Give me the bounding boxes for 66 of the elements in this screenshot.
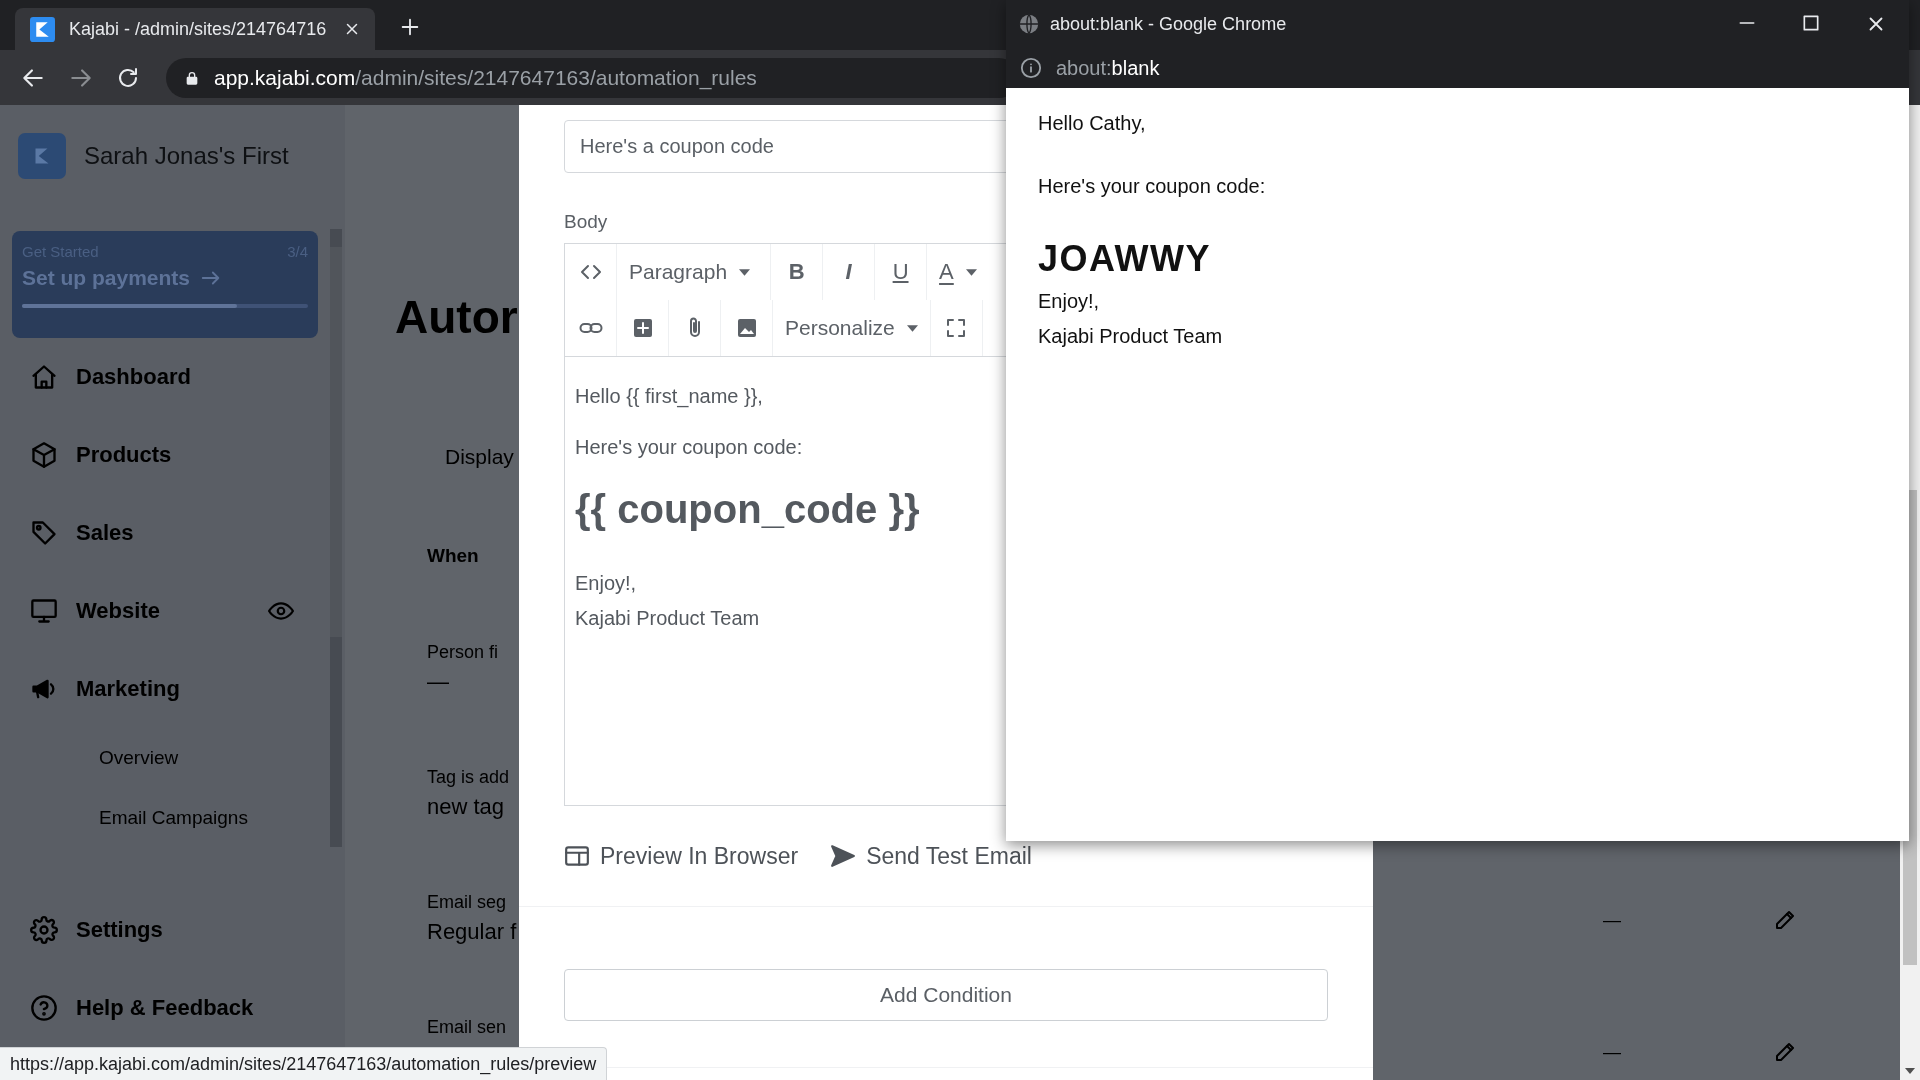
maximize-icon[interactable] (1801, 13, 1821, 33)
bold-button[interactable]: B (771, 244, 824, 300)
plus-icon[interactable] (399, 16, 421, 38)
format-dropdown[interactable]: Paragraph (617, 244, 772, 300)
status-url: https://app.kajabi.com/admin/sites/2147647163/automation_rules/preview (10, 1053, 597, 1075)
editor-text: Kajabi Product Team (575, 607, 761, 630)
sidebar-item[interactable]: Settings (0, 891, 345, 969)
sidebar-item[interactable]: Products (0, 416, 330, 494)
reload-icon[interactable] (116, 65, 140, 90)
field-value: Regular f (427, 919, 517, 945)
add-condition-button[interactable]: Add Condition (564, 969, 1328, 1021)
field-value: new tag (427, 794, 505, 820)
browser-window-icon (564, 843, 590, 869)
globe-icon (1018, 13, 1040, 35)
sidebar-subitem[interactable]: Overview (0, 728, 330, 788)
tab-label[interactable]: Display (445, 445, 514, 469)
field-label: Email seg (427, 892, 507, 913)
send-icon (830, 843, 857, 869)
field-value: — (1603, 1041, 1622, 1063)
settings-icon (30, 916, 58, 944)
sidebar-subitem[interactable]: Email Campaigns (0, 788, 330, 847)
home-icon (30, 363, 58, 391)
preview-button[interactable]: Preview In Browser (564, 842, 799, 870)
editor-text: Hello {{ first_name }}, (575, 385, 764, 408)
info-icon (1020, 57, 1042, 79)
field-label: Email sen (427, 1017, 507, 1038)
pencil-icon[interactable] (1773, 1040, 1797, 1064)
page-heading: Autor (395, 290, 518, 344)
sidebar-item[interactable]: Website (0, 572, 330, 650)
field-label: Body (564, 211, 609, 233)
personalize-dropdown[interactable]: Personalize (773, 300, 931, 356)
caret-icon (965, 268, 977, 276)
send-test-button[interactable]: Send Test Email (830, 842, 1032, 870)
email-text: Kajabi Product Team (1038, 325, 1224, 348)
email-text: Here's your coupon code: (1038, 175, 1267, 198)
editor-text: Here's your coupon code: (575, 436, 804, 459)
caret-down-icon[interactable] (1905, 1068, 1915, 1074)
section-label: When (427, 545, 479, 567)
caret-icon (739, 268, 751, 276)
box-icon (30, 441, 58, 469)
address-field[interactable]: about:blank (1056, 56, 1160, 80)
sidebar-item[interactable]: Marketing (0, 650, 330, 728)
field-value: — (1603, 909, 1622, 931)
sidebar-item[interactable]: Sales (0, 494, 330, 572)
italic-button[interactable]: I (823, 244, 876, 300)
text-color-button[interactable]: A (927, 244, 989, 300)
monitor-icon (30, 597, 58, 625)
window-title: about:blank - Google Chrome (1050, 13, 1287, 35)
browser-tab[interactable]: Kajabi - /admin/sites/214764716 (15, 8, 375, 50)
pencil-icon[interactable] (1773, 908, 1797, 932)
email-text: Enjoy!, (1038, 290, 1101, 313)
editor-text: Enjoy!, (575, 572, 638, 595)
underline-button[interactable]: U (875, 244, 928, 300)
field-label: Tag is add (427, 767, 510, 788)
preview-window-dialog[interactable]: about:blank - Google Chrome about:blank Hello Cathy, Here's your coupon code: JOAWWY Enjoy!, Kajabi Product Team (1006, 0, 1909, 841)
field-label: Person fi (427, 642, 499, 663)
help-icon (30, 994, 58, 1022)
tag-icon (30, 519, 58, 547)
caret-icon (906, 324, 918, 332)
sidebar-item[interactable]: Help & Feedback (0, 969, 345, 1047)
editor-heading: {{ coupon_code }} (575, 487, 921, 532)
field-value: — (427, 669, 449, 695)
site-name: Sarah Jonas's First (84, 142, 289, 170)
sidebar-item[interactable]: Dashboard (0, 338, 330, 416)
lock-icon (184, 69, 200, 86)
logo-icon (30, 16, 55, 42)
